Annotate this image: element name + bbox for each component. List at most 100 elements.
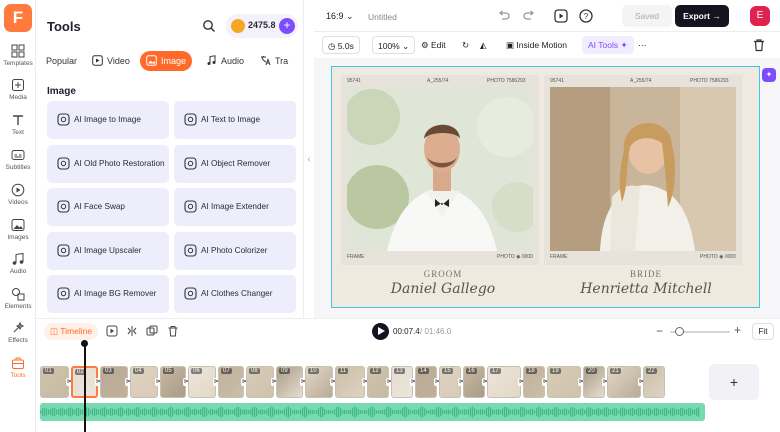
- bride-photo-card[interactable]: 95741 A_255/74 PHOTO 7586293 FRAME PHOTO…: [544, 75, 742, 265]
- rail-item-templates[interactable]: Templates: [0, 44, 36, 74]
- flip-icon: ◭: [480, 40, 487, 50]
- rail-item-text[interactable]: Text: [0, 113, 36, 143]
- groom-name: Daniel Gallego: [390, 281, 496, 297]
- inside-motion-button[interactable]: ▣ Inside Motion: [506, 36, 567, 54]
- add-clip-button[interactable]: +: [709, 364, 759, 400]
- more-button[interactable]: ⋯: [638, 36, 647, 54]
- delete-clip-icon[interactable]: [167, 325, 179, 337]
- rail-item-effects[interactable]: Effects: [0, 321, 36, 351]
- chevron-down-icon: ⌄: [402, 41, 410, 51]
- undo-icon[interactable]: [497, 9, 511, 23]
- saved-status: Saved: [622, 5, 672, 27]
- timeline-clip[interactable]: 08: [246, 366, 274, 398]
- face-swap-icon: [57, 200, 70, 213]
- duplicate-icon[interactable]: [146, 325, 158, 337]
- tools-panel: Tools 2475.8 + Popular Video Image Audio…: [36, 0, 304, 318]
- tool-ai-face-swap[interactable]: AI Face Swap: [47, 188, 169, 226]
- search-icon[interactable]: [202, 19, 216, 33]
- trash-icon[interactable]: [752, 38, 766, 52]
- text-to-image-icon: [184, 113, 197, 126]
- timeline-clip[interactable]: 17: [487, 366, 521, 398]
- help-icon[interactable]: ?: [579, 9, 593, 23]
- tool-ai-image-bg-remover[interactable]: AI Image BG Remover: [47, 275, 169, 313]
- zoom-slider-knob[interactable]: [675, 327, 684, 336]
- timeline-clip[interactable]: 09: [276, 366, 303, 398]
- tool-ai-clothes-changer[interactable]: AI Clothes Changer: [174, 275, 296, 313]
- canvas-area: 95741 A_255/74 PHOTO 7586293 FRAME PHOTO…: [314, 58, 780, 318]
- tool-ai-image-to-image[interactable]: AI Image to Image: [47, 101, 169, 139]
- rail-item-tools[interactable]: Tools: [0, 356, 36, 386]
- rail-item-media[interactable]: Media: [0, 78, 36, 108]
- collapse-panel-handle[interactable]: ‹: [304, 150, 314, 170]
- audio-track[interactable]: [40, 403, 705, 421]
- rotate-icon: ↻: [462, 40, 470, 50]
- timeline-clip[interactable]: 22: [643, 366, 665, 398]
- tool-ai-photo-colorizer[interactable]: AI Photo Colorizer: [174, 231, 296, 270]
- timeline-clip[interactable]: 21: [607, 366, 641, 398]
- tool-ai-image-upscaler[interactable]: AI Image Upscaler: [47, 231, 169, 270]
- tab-translate[interactable]: Tra: [254, 51, 294, 71]
- audio-icon: [11, 252, 25, 266]
- add-media-icon[interactable]: [106, 325, 118, 337]
- timeline-clip[interactable]: 03: [100, 366, 128, 398]
- total-time: / 01:46.0: [420, 327, 452, 336]
- playhead[interactable]: [84, 344, 86, 432]
- rail-item-videos[interactable]: Videos: [0, 183, 36, 213]
- zoom-out-button[interactable]: −: [656, 324, 663, 338]
- redo-icon[interactable]: [522, 9, 536, 23]
- aspect-ratio-select[interactable]: 16:9 ⌄: [326, 11, 354, 22]
- top-bar: 16:9 ⌄ Untitled ? Saved Export → E: [314, 0, 780, 32]
- play-button[interactable]: [372, 323, 389, 340]
- app-logo[interactable]: F: [4, 4, 32, 32]
- tab-video[interactable]: Video: [86, 51, 136, 71]
- arrow-right-icon: →: [712, 11, 721, 21]
- split-icon[interactable]: [126, 325, 138, 337]
- clothes-changer-icon: [184, 287, 197, 300]
- add-credits-button[interactable]: +: [279, 18, 295, 34]
- media-icon: [11, 78, 25, 92]
- playhead-handle[interactable]: [81, 340, 88, 347]
- tool-ai-image-extender[interactable]: AI Image Extender: [174, 188, 296, 226]
- zoom-in-button[interactable]: +: [734, 323, 741, 337]
- timeline-clip[interactable]: 06: [188, 366, 216, 398]
- image-icon: [146, 55, 157, 66]
- timeline-controls: ◫ Timeline 00:07.4 / 01:46.0 − + Fit: [36, 318, 780, 344]
- timeline-clip[interactable]: 01: [40, 366, 69, 398]
- timeline-toggle[interactable]: ◫ Timeline: [44, 323, 99, 340]
- rail-item-audio[interactable]: Audio: [0, 252, 36, 282]
- timeline-clip[interactable]: 19: [547, 366, 581, 398]
- rail-item-elements[interactable]: Elements: [0, 287, 36, 317]
- chevron-down-icon: ⌄: [346, 11, 354, 21]
- video-icon: [92, 55, 103, 66]
- magic-assist-icon[interactable]: ✦: [762, 68, 776, 82]
- tab-image[interactable]: Image: [140, 51, 193, 71]
- rotate-button[interactable]: ↻: [462, 36, 469, 54]
- timeline-clip[interactable]: 11: [335, 366, 365, 398]
- preview-icon[interactable]: [554, 9, 568, 23]
- edit-toolbar: ◷ 5.0s 100% ⌄ ⚙ Edit ↻ ◭ ▣ Inside Motion…: [314, 32, 780, 58]
- templates-icon: [11, 44, 25, 58]
- zoom-select[interactable]: 100% ⌄: [372, 36, 416, 54]
- video-canvas[interactable]: 95741 A_255/74 PHOTO 7586293 FRAME PHOTO…: [331, 66, 760, 308]
- tab-audio[interactable]: Audio: [200, 51, 250, 71]
- edit-button[interactable]: ⚙ Edit: [421, 36, 446, 54]
- videos-icon: [11, 183, 25, 197]
- duration-control[interactable]: ◷ 5.0s: [322, 36, 360, 54]
- flip-button[interactable]: ◭: [480, 36, 487, 54]
- tool-ai-object-remover[interactable]: AI Object Remover: [174, 144, 296, 183]
- rail-item-subtitles[interactable]: Subtitles: [0, 148, 36, 178]
- tool-ai-old-photo-restoration[interactable]: AI Old Photo Restoration: [47, 144, 169, 183]
- user-avatar[interactable]: E: [750, 6, 770, 26]
- project-title[interactable]: Untitled: [368, 12, 397, 22]
- tab-popular[interactable]: Popular: [40, 51, 83, 71]
- timeline-clip[interactable]: 10: [305, 366, 333, 398]
- groom-photo-card[interactable]: 95741 A_255/74 PHOTO 7586293 FRAME PHOTO…: [341, 75, 539, 265]
- tool-ai-text-to-image[interactable]: AI Text to Image: [174, 101, 296, 139]
- timeline-clip[interactable]: 04: [130, 366, 158, 398]
- rail-item-images[interactable]: Images: [0, 218, 36, 248]
- credits-badge[interactable]: 2475.8 +: [226, 14, 298, 38]
- fit-button[interactable]: Fit: [752, 323, 774, 340]
- image-extender-icon: [184, 200, 197, 213]
- ai-tools-button[interactable]: AI Tools ✦: [582, 36, 634, 54]
- export-button[interactable]: Export →: [675, 5, 729, 27]
